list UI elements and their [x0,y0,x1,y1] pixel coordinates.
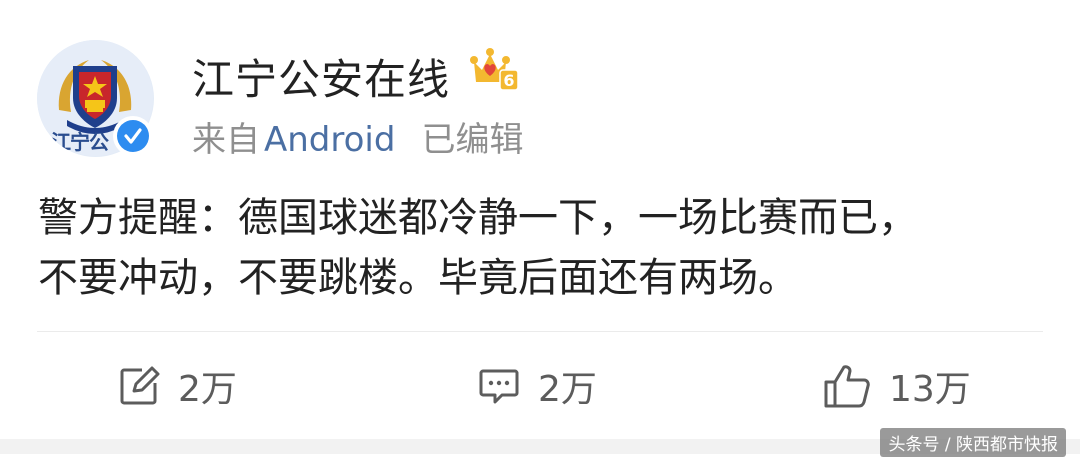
comment-count: 2万 [538,369,597,410]
vip-crown-icon: 6 [470,48,519,91]
thumbs-up-icon [824,365,870,408]
edited-label[interactable]: 已编辑 [421,120,523,160]
avatar-text: 江宁公 [51,130,109,154]
comment-button[interactable]: 2万 [478,358,597,414]
post-content: 警方提醒：德国球迷都冷静一下，一场比赛而已， 不要冲动，不要跳楼。毕竟后面还有两… [38,188,1048,308]
verified-badge [113,116,153,156]
comment-icon [479,369,519,404]
like-count: 13万 [889,369,971,410]
repost-count: 2万 [178,369,237,410]
verified-check-icon [124,128,142,144]
divider [37,331,1043,332]
post-meta: 来自 Android 已编辑 [192,112,523,161]
content-line: 警方提醒：德国球迷都冷静一下，一场比赛而已， [38,195,918,241]
vip-badge[interactable]: 6 [470,46,520,92]
like-button[interactable]: 13万 [823,358,971,414]
repost-button[interactable]: 2万 [118,358,237,414]
content-line: 不要冲动，不要跳楼。毕竟后面还有两场。 [38,255,798,301]
vip-level: 6 [503,71,514,90]
repost-edit-icon [120,366,160,405]
watermark: 头条号 / 陕西都市快报 [880,428,1066,457]
source-link[interactable]: Android [264,120,395,160]
source-prefix: 来自 [192,120,260,160]
username[interactable]: 江宁公安在线 [192,46,450,107]
